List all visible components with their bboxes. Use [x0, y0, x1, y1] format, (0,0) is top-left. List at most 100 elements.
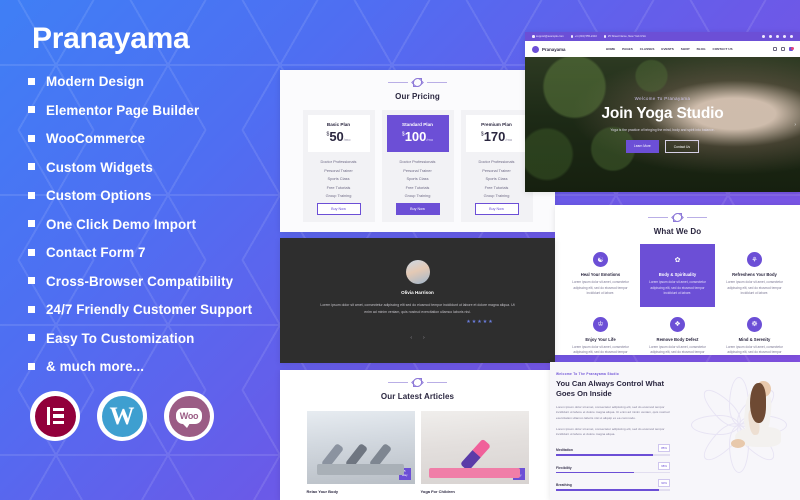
plan-price: $50/mo	[312, 129, 366, 144]
service-card[interactable]: ⚘ Refreshens Your Body Lorem ipsum dolor…	[717, 244, 792, 307]
buy-now-button[interactable]: Buy Now	[316, 203, 361, 216]
service-card[interactable]: ♔ Enjoy Your Life Lorem ipsum dolor sit …	[563, 309, 638, 355]
list-item: Easy To Customization	[28, 331, 300, 346]
testimonial-quote: Lorem ipsum dolor sit amet, consectetur …	[320, 302, 515, 314]
price-period: /mo	[426, 137, 434, 142]
hero-banner: Welcome To Pranayama Join Yoga Studio Yo…	[525, 57, 800, 192]
service-title: Remove Body Defect	[656, 336, 699, 342]
cart-icon[interactable]	[789, 46, 794, 51]
service-card[interactable]: ☯ Heal Your Emotions Lorem ipsum dolor s…	[563, 244, 638, 307]
next-arrow-icon[interactable]: ›	[423, 335, 425, 341]
plan-feature: Sports Class	[327, 176, 350, 182]
nav-item-home[interactable]: HOME	[606, 47, 615, 51]
feature-label: Cross-Browser Compatibility	[46, 273, 234, 289]
topbar-address: 25 Street Name, New York USA	[603, 35, 646, 38]
topbar-phone[interactable]: +1 (234) 555-2410	[570, 35, 597, 38]
service-text: Lorem ipsum dolor sit amet, consectetur …	[572, 344, 629, 355]
pricing-card-premium[interactable]: Premium Plan $170/mo Doctor Professional…	[460, 110, 533, 223]
list-item: Custom Widgets	[28, 160, 300, 175]
price-period: /mo	[505, 137, 513, 142]
hero-section-preview: support@example.com +1 (234) 555-2410 25…	[525, 32, 800, 192]
plan-name: Basic Plan	[326, 122, 351, 127]
serenity-icon: ☸	[747, 316, 762, 332]
progress-fill	[556, 471, 634, 474]
main-menu: HOME PAGES CLASSES EVENTS SHOP BLOG CONT…	[606, 47, 733, 51]
plan-feature: Free Tutorials	[405, 184, 430, 190]
nav-item-events[interactable]: EVENTS	[661, 47, 673, 51]
nav-item-classes[interactable]: CLASSES	[640, 47, 655, 51]
facebook-icon[interactable]	[762, 35, 765, 38]
prev-arrow-icon[interactable]: ‹	[410, 335, 412, 341]
section-title: Our Pricing	[395, 92, 440, 101]
post-title: Yoga For Children	[420, 489, 455, 494]
yoga-pose-image	[729, 381, 787, 465]
location-icon	[603, 35, 607, 38]
skill-percent: 90%	[658, 479, 670, 488]
wishlist-icon[interactable]	[781, 47, 785, 51]
search-icon[interactable]	[773, 47, 777, 51]
pricing-card-basic[interactable]: Basic Plan $50/mo Doctor Professionals P…	[302, 110, 375, 223]
services-grid: ☯ Heal Your Emotions Lorem ipsum dolor s…	[555, 244, 800, 355]
blog-card[interactable]: 5 May Relax Your Body	[306, 411, 415, 494]
nav-item-shop[interactable]: SHOP	[681, 47, 690, 51]
blog-card[interactable]: 3 May Yoga For Children	[420, 411, 529, 494]
page-title: Pranayama	[32, 22, 190, 55]
section-title: Our Latest Articles	[380, 392, 455, 401]
service-title: Heal Your Emotions	[580, 272, 621, 277]
nav-item-blog[interactable]: BLOG	[697, 47, 706, 51]
lotus-icon	[412, 377, 423, 388]
list-item: Elementor Page Builder	[28, 103, 300, 118]
skill-label: Flexibility	[556, 465, 572, 470]
lotus-ornament	[280, 77, 555, 88]
feature-label: Modern Design	[46, 74, 145, 89]
pricing-card-standard[interactable]: Standard Plan $100/mo Doctor Professiona…	[381, 110, 454, 223]
topbar-email[interactable]: support@example.com	[532, 35, 564, 38]
service-card[interactable]: ✿ Body & Spirituality Lorem ipsum dolor …	[640, 244, 715, 307]
service-card[interactable]: ☸ Mind & Serenity Lorem ipsum dolor sit …	[717, 309, 792, 355]
buy-now-button[interactable]: Buy Now	[395, 203, 440, 216]
about-paragraph: Lorem ipsum dolor sit amet, consectetur …	[556, 404, 670, 420]
service-title: Enjoy Your Life	[585, 336, 616, 342]
post-title: Relax Your Body	[306, 489, 339, 494]
plan-feature: Sports Class	[406, 176, 429, 182]
square-bullet-icon	[28, 277, 35, 284]
instagram-icon[interactable]	[776, 35, 779, 38]
progress-fill	[556, 489, 659, 491]
service-card[interactable]: ❖ Remove Body Defect Lorem ipsum dolor s…	[640, 309, 715, 355]
nav-item-contact[interactable]: CONTACT US	[713, 47, 733, 51]
square-bullet-icon	[28, 134, 35, 142]
site-logo[interactable]: Pranayama	[532, 45, 565, 53]
service-title: Mind & Serenity	[738, 336, 771, 342]
plan-features: Doctor Professionals Personal Trainer Sp…	[387, 159, 449, 198]
woocommerce-badge: Woo	[164, 391, 214, 441]
body-icon: ⚘	[747, 252, 762, 267]
woo-glyph: Woo	[175, 408, 203, 428]
learn-more-button[interactable]: Learn More	[625, 140, 659, 154]
linkedin-icon[interactable]	[790, 35, 793, 38]
plan-feature: Personal Trainer	[403, 167, 432, 173]
twitter-icon[interactable]	[769, 35, 772, 38]
contact-us-button[interactable]: Contact Us	[664, 140, 700, 154]
plan-price: $170/mo	[470, 129, 524, 144]
price-amount: 170	[483, 129, 506, 144]
service-text: Lorem ipsum dolor sit amet, consectetur …	[726, 280, 783, 296]
hero-heading: Join Yoga Studio	[601, 104, 724, 122]
plan-features: Doctor Professionals Personal Trainer Sp…	[308, 159, 370, 198]
plan-feature: Personal Trainer	[482, 167, 511, 173]
spirit-icon: ✿	[674, 256, 681, 264]
plan-feature: Doctor Professionals	[399, 159, 436, 164]
slider-next-icon[interactable]: ›	[794, 122, 796, 128]
plan-feature: Group Training	[404, 193, 431, 199]
plan-feature: Sports Class	[485, 176, 508, 182]
nav-item-pages[interactable]: PAGES	[622, 47, 633, 51]
list-item: & much more...	[28, 359, 300, 374]
service-title: Refreshens Your Body	[732, 272, 777, 277]
meditation-icon: ☯	[593, 252, 608, 267]
progress-fill	[556, 454, 653, 456]
list-item: Modern Design	[28, 74, 300, 89]
wordpress-icon: W	[101, 395, 143, 437]
buy-now-button[interactable]: Buy Now	[474, 203, 519, 216]
services-header: What We Do	[555, 205, 800, 236]
phone-icon	[570, 35, 574, 38]
google-icon[interactable]	[783, 35, 786, 38]
